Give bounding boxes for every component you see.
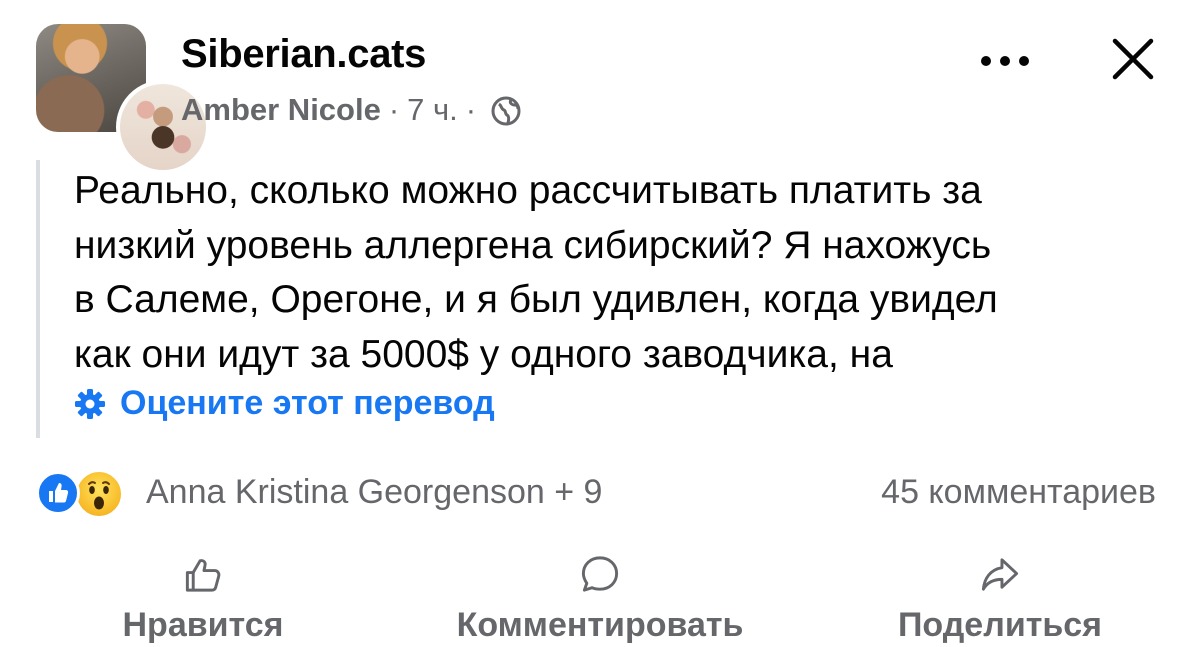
comment-label: Комментировать — [456, 606, 744, 644]
post-avatars[interactable] — [36, 24, 210, 174]
rate-translation-label: Оцените этот перевод — [120, 384, 495, 422]
meta-separator: · — [465, 92, 477, 127]
group-name[interactable]: Siberian.cats — [181, 32, 426, 77]
post-text: Реально, сколько можно рассчитывать плат… — [74, 164, 1184, 382]
comment-bubble-icon — [581, 556, 619, 592]
gear-icon — [75, 388, 105, 419]
reaction-icons[interactable] — [36, 467, 136, 519]
like-label: Нравится — [122, 606, 284, 644]
more-dots-icon — [1000, 56, 1010, 66]
comment-button[interactable]: Комментировать — [420, 545, 780, 645]
more-dots-icon — [981, 56, 991, 66]
globe-icon[interactable] — [490, 95, 522, 127]
close-icon[interactable] — [1106, 32, 1160, 86]
post-actions: Нравится Комментировать Поделиться — [0, 545, 1200, 645]
wow-reaction-icon — [74, 469, 124, 519]
post-text-line: низкий уровень аллергена сибирский? Я на… — [74, 223, 992, 267]
share-label: Поделиться — [897, 606, 1103, 644]
translation-quote-bar — [36, 160, 40, 438]
rate-translation-link[interactable]: Оцените этот перевод — [74, 384, 495, 423]
post-body: Реально, сколько можно рассчитывать плат… — [36, 160, 1176, 442]
reactions-summary: Anna Kristina Georgenson + 9 45 коммента… — [36, 465, 1176, 521]
like-reaction-icon — [36, 471, 80, 515]
post-text-line: как они идут за 5000$ у одного заводчика… — [74, 332, 893, 376]
more-dots-icon — [1019, 56, 1029, 66]
like-button[interactable]: Нравится — [103, 545, 303, 645]
more-options-button[interactable] — [975, 40, 1035, 80]
post-text-line: Реально, сколько можно рассчитывать плат… — [74, 169, 982, 212]
author-name[interactable]: Amber Nicole — [181, 92, 381, 128]
post-header: Siberian.cats Amber Nicole · 7 ч. · — [0, 0, 1200, 174]
share-button[interactable]: Поделиться — [875, 545, 1125, 645]
reactors-summary[interactable]: Anna Kristina Georgenson + 9 — [146, 473, 602, 512]
meta-separator: · — [388, 92, 400, 127]
thumbs-up-icon — [185, 559, 221, 592]
post-text-line: в Салеме, Орегоне, и я был удивлен, когд… — [74, 278, 998, 321]
share-arrow-icon — [981, 558, 1019, 591]
comments-count[interactable]: 45 комментариев — [881, 473, 1156, 512]
post-time[interactable]: 7 ч. — [407, 92, 458, 128]
post-meta: Amber Nicole · 7 ч. · — [181, 92, 522, 128]
